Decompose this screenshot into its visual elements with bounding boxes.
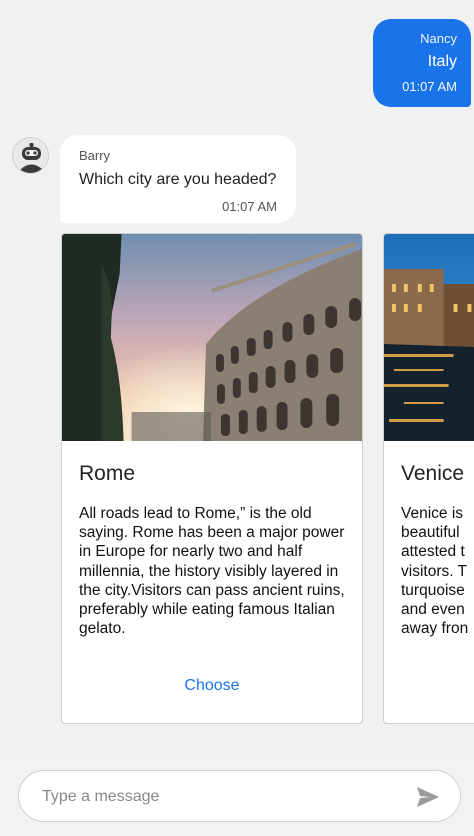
card-description: All roads lead to Rome,” is the old sayi… [79, 505, 345, 638]
colosseum-photo [62, 234, 362, 441]
message-input[interactable] [40, 785, 404, 809]
outgoing-message-bubble: Nancy Italy 01:07 AM [373, 19, 471, 107]
city-card-rome: Rome All roads lead to Rome,” is the old… [61, 233, 363, 724]
message-input-wrapper [18, 770, 461, 822]
chat-area: Nancy Italy 01:07 AM Barry Which city ar… [0, 0, 474, 762]
message-time: 01:07 AM [222, 199, 277, 214]
message-time: 01:07 AM [402, 79, 457, 94]
venice-canal-photo [384, 234, 474, 441]
message-text: Italy [427, 53, 457, 70]
city-card-venice: Venice Venice is beautiful attested t vi… [383, 233, 474, 724]
city-card-carousel[interactable]: Rome All roads lead to Rome,” is the old… [61, 233, 474, 725]
choose-button[interactable]: Choose [62, 677, 362, 695]
incoming-message-bubble: Barry Which city are you headed? 01:07 A… [60, 135, 296, 223]
message-composer [0, 762, 474, 836]
card-title: Venice [401, 462, 465, 485]
robot-icon [13, 138, 48, 173]
sender-name: Nancy [420, 31, 457, 46]
sender-name: Barry [79, 148, 111, 163]
send-icon[interactable] [416, 786, 440, 808]
bot-avatar [12, 137, 49, 174]
card-description: Venice is beautiful attested t visitors.… [401, 505, 469, 638]
card-title: Rome [79, 462, 136, 485]
message-text: Which city are you headed? [79, 171, 277, 188]
